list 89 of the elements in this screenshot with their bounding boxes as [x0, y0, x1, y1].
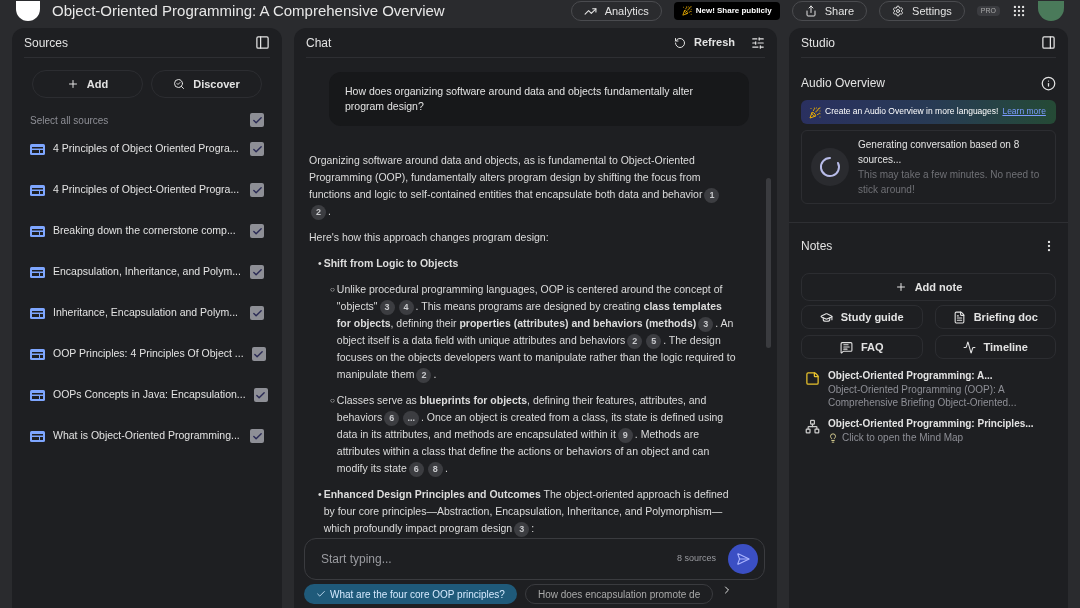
message-field[interactable]: Start typing...	[321, 550, 665, 568]
tune-icon[interactable]	[751, 35, 765, 50]
note-subtitle: Click to open the Mind Map	[842, 431, 964, 444]
source-title[interactable]: Inheritance, Encapsulation and Polym...	[53, 305, 242, 321]
loading-spinner-icon	[810, 147, 850, 187]
graduation-cap-icon	[819, 310, 833, 324]
source-title[interactable]: What is Object-Oriented Programming...	[53, 428, 242, 444]
party-icon	[809, 107, 821, 119]
source-title[interactable]: OOP Principles: 4 Principles Of Object ...	[53, 346, 244, 362]
party-icon	[681, 6, 692, 16]
panel-toggle-icon[interactable]	[255, 35, 270, 50]
source-title[interactable]: 4 Principles of Object Oriented Progra...	[53, 141, 242, 157]
checkbox[interactable]	[250, 142, 264, 156]
bullet-marker: ○	[330, 395, 335, 407]
source-title[interactable]: Breaking down the cornerstone comp...	[53, 223, 242, 239]
answer-paragraph: Unlike procedural programming languages, OOP is centered around the concept of "objects" 3 4 . This means programs are designed by creating class templates for objects, defining their properties (attributes) and behaviors (methods) 3 . An object itself is a data field with unique attributes and behaviors 2 5 . The design focuses on the objects developers want to manipulate rather than the logic required to manipulate them 2 .	[336, 281, 737, 383]
answer-paragraph: Here's how this approach changes program design:	[309, 230, 550, 245]
answer-paragraph: Enhanced Design Principles and Outcomes The object-oriented approach is defined by four core principles—Abstraction, Encapsulation, Inheritance, and Polymorphism—which profoundly impact program design 3 :	[323, 486, 737, 537]
document-icon	[30, 430, 45, 442]
document-icon	[30, 348, 45, 360]
generating-subtitle: This may take a few minutes. No need to stick around!	[858, 168, 1041, 197]
note-action-button[interactable]: Timeline	[934, 335, 1056, 359]
panel-title: Chat	[306, 34, 332, 52]
panel-title: Studio	[801, 34, 836, 52]
document-icon	[30, 266, 45, 278]
refresh-icon	[674, 36, 687, 49]
document-icon	[30, 184, 45, 196]
trend-icon	[962, 340, 976, 354]
checkbox[interactable]	[251, 347, 266, 361]
question-bubble: How does organizing software around data and objects fundamentally alter program design?	[329, 72, 749, 126]
source-count: 8 sources	[676, 552, 716, 566]
bullet-marker: •	[318, 487, 322, 502]
note-title[interactable]: Object-Oriented Programming: Principles...	[828, 417, 1034, 431]
discover-icon	[173, 78, 186, 90]
checkbox[interactable]	[250, 224, 264, 238]
learn-more-link[interactable]: Learn more	[1002, 105, 1046, 117]
chat-icon	[839, 340, 853, 354]
promo-badge[interactable]: New! Share publicly	[673, 2, 780, 20]
avatar[interactable]	[1038, 1, 1064, 21]
checkbox[interactable]	[250, 183, 264, 197]
note-action-button[interactable]: FAQ	[801, 335, 923, 359]
section-title: Audio Overview	[801, 75, 886, 92]
send-button[interactable]	[728, 544, 758, 574]
panel-toggle-icon[interactable]	[1041, 35, 1056, 50]
document-icon	[30, 389, 45, 401]
panel-title: Sources	[24, 34, 69, 52]
generating-title: Generating conversation based on 8 sources...	[858, 138, 1021, 167]
select-all-label: Select all sources	[30, 113, 109, 128]
checkbox[interactable]	[253, 388, 268, 402]
document-icon	[30, 307, 45, 319]
checkbox[interactable]	[250, 306, 264, 320]
plus-icon	[66, 78, 79, 90]
document-icon	[952, 310, 966, 324]
checkbox[interactable]	[250, 265, 264, 279]
document-icon	[30, 225, 45, 237]
answer-paragraph: Shift from Logic to Objects	[323, 256, 459, 271]
note-action-button[interactable]: Briefing doc	[934, 305, 1056, 329]
bullet-marker: •	[318, 256, 322, 271]
note-title[interactable]: Object-Oriented Programming: A...	[828, 369, 1052, 383]
answer-paragraph: Classes serve as blueprints for objects, defining their features, attributes, and behaviors 6 ... . Once an object is created from a class, its state is defined using data in its attributes, and methods are encapsulated within it 9 . Methods are attributes within a class that define the actions or behaviors of an object and can modify its state 6 8 .	[336, 392, 737, 477]
document-icon	[30, 143, 45, 155]
info-icon[interactable]	[1041, 75, 1056, 91]
refresh-button[interactable]: Refresh	[674, 34, 735, 51]
mind-map-icon	[805, 419, 820, 434]
plus-icon	[894, 281, 907, 293]
lightbulb-icon	[828, 433, 838, 443]
checkbox[interactable]	[250, 113, 264, 127]
note-subtitle: Object-Oriented Programming (OOP): A Comprehensive Briefing Object-Oriented...	[828, 383, 1018, 409]
send-icon	[736, 552, 750, 566]
checkbox[interactable]	[250, 429, 264, 443]
share-icon	[804, 5, 817, 17]
banner-text: Create an Audio Overview in more languages!	[825, 105, 999, 117]
section-title: Notes	[801, 238, 833, 255]
apps-icon[interactable]	[1012, 4, 1026, 18]
check-icon	[316, 589, 326, 599]
add-note-button[interactable]: Add note	[801, 273, 1056, 301]
chat-input[interactable]: Start typing... 8 sources	[304, 538, 765, 580]
notebook-title: Object-Oriented Programming: A Comprehensive Overview	[52, 0, 445, 21]
suggestion-chip[interactable]: What are the four core OOP principles?	[304, 584, 517, 604]
source-title[interactable]: Encapsulation, Inheritance, and Polym...	[53, 264, 242, 280]
app-logo[interactable]	[16, 1, 40, 21]
note-action-button[interactable]: Study guide	[801, 305, 923, 329]
source-title[interactable]: 4 Principles of Object-Oriented Progra...	[53, 182, 242, 198]
scrollbar[interactable]	[766, 178, 771, 348]
bullet-marker: ○	[330, 284, 335, 296]
settings-icon	[892, 5, 905, 17]
source-title[interactable]: OOPs Concepts in Java: Encapsulation...	[53, 387, 246, 403]
answer-paragraph: Organizing software around data and objects, as is fundamental to Object-Oriented Programming (OOP), fundamentally alters program design by shifting the focus from functions and logic to self-contained entities that encapsulate both data and behavior 1 2 .	[309, 152, 737, 220]
note-icon	[805, 371, 820, 386]
